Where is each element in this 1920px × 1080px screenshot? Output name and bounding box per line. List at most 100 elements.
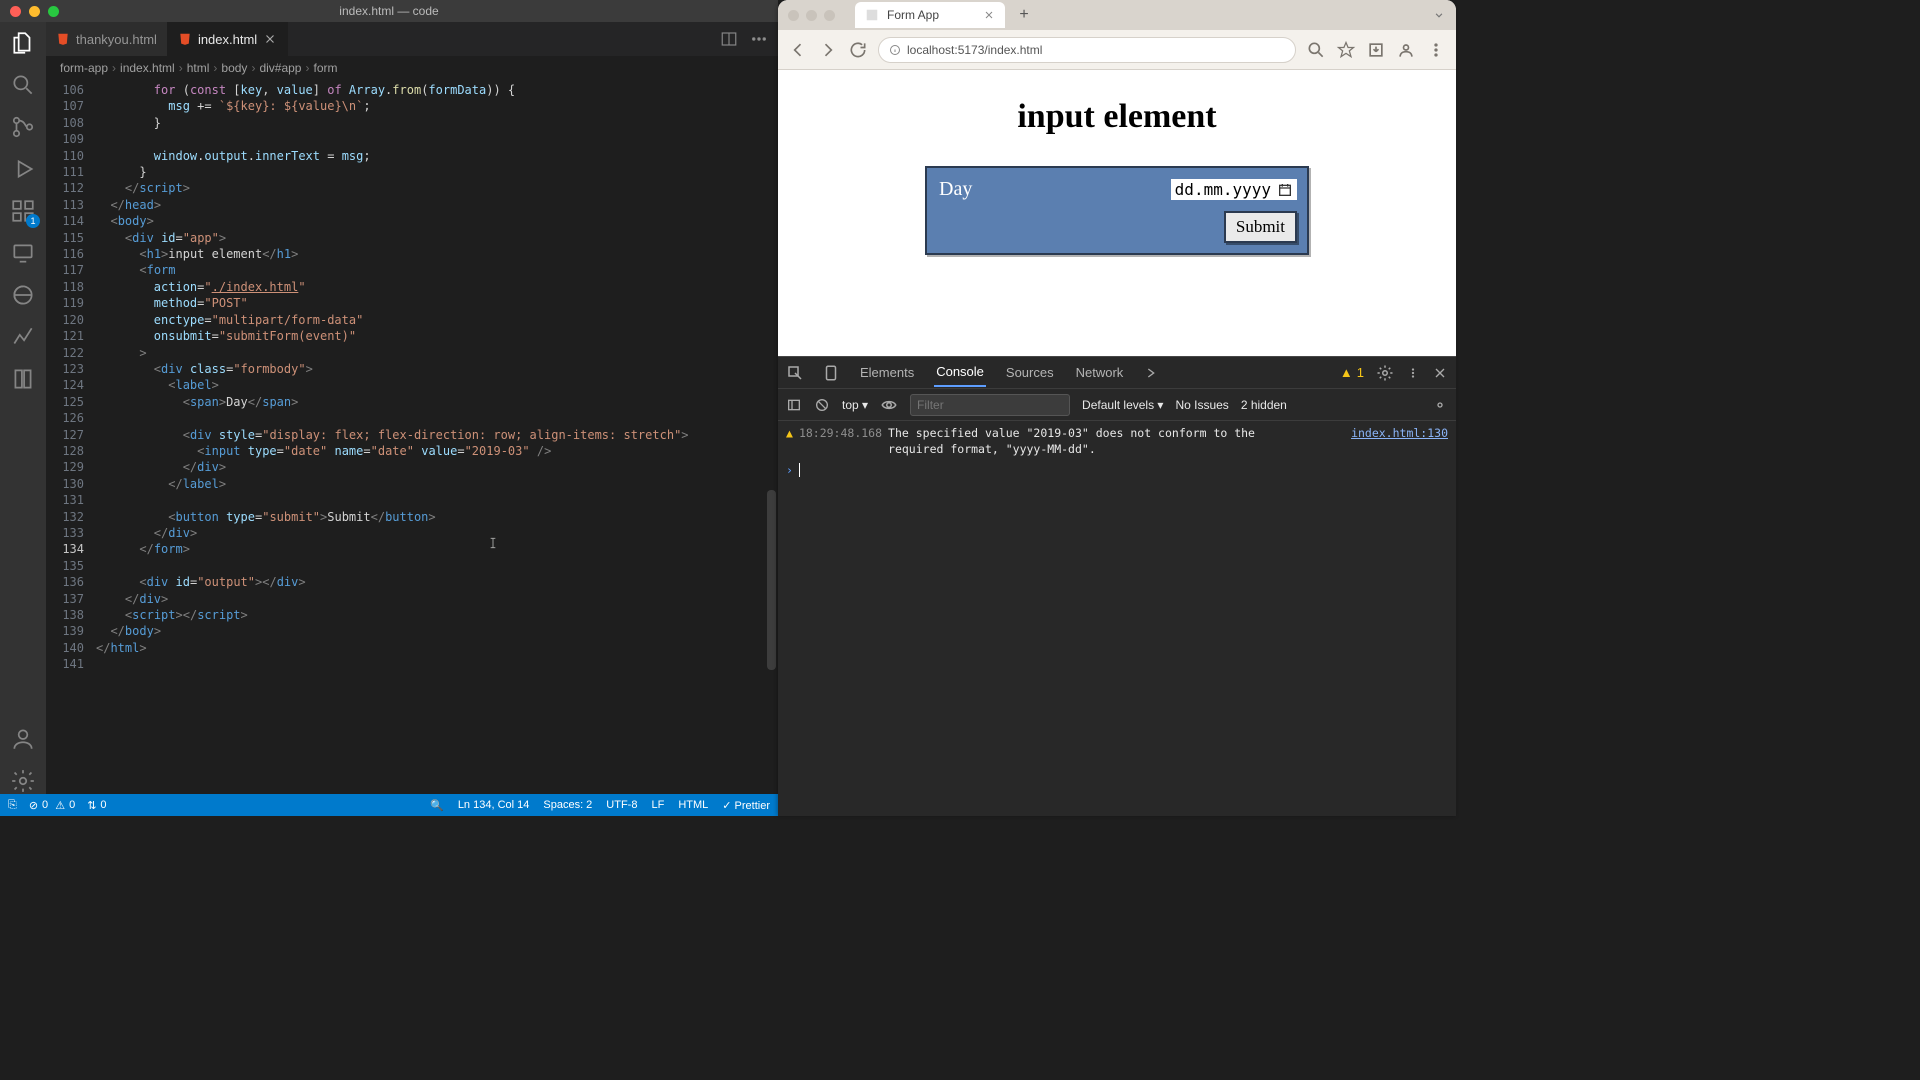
files-icon bbox=[10, 30, 36, 56]
close-icon[interactable] bbox=[263, 32, 277, 46]
date-input[interactable]: dd.mm.yyyy bbox=[1171, 179, 1297, 200]
tab-network[interactable]: Network bbox=[1074, 359, 1126, 386]
download-icon[interactable] bbox=[1366, 40, 1386, 60]
console-prompt[interactable]: › bbox=[786, 463, 1448, 477]
devtools-tabs: Elements Console Sources Network ▲ 1 bbox=[778, 357, 1456, 389]
scm-activity[interactable] bbox=[10, 114, 36, 140]
address-bar[interactable]: localhost:5173/index.html bbox=[878, 37, 1296, 63]
log-levels-selector[interactable]: Default levels ▾ bbox=[1082, 398, 1163, 412]
more-tabs-icon[interactable] bbox=[1143, 365, 1159, 381]
debug-activity[interactable] bbox=[10, 156, 36, 182]
close-icon[interactable] bbox=[1432, 365, 1448, 381]
hidden-messages[interactable]: 2 hidden bbox=[1241, 398, 1287, 412]
day-label: Day bbox=[939, 178, 972, 201]
reload-button[interactable] bbox=[848, 40, 868, 60]
bookmark-icon[interactable] bbox=[1336, 40, 1356, 60]
account-activity[interactable] bbox=[10, 726, 36, 752]
settings-activity[interactable] bbox=[10, 768, 36, 794]
html-file-icon bbox=[56, 32, 70, 46]
liveshare-activity[interactable] bbox=[10, 282, 36, 308]
explorer-activity[interactable] bbox=[10, 30, 36, 56]
issues-indicator[interactable]: No Issues bbox=[1175, 398, 1228, 412]
scrollbar-thumb[interactable] bbox=[767, 490, 776, 670]
breadcrumb-item[interactable]: div#app bbox=[259, 61, 301, 75]
maximize-window-icon[interactable] bbox=[48, 6, 59, 17]
breadcrumb-item[interactable]: body bbox=[221, 61, 247, 75]
window-controls[interactable] bbox=[0, 6, 59, 17]
maximize-window-icon[interactable] bbox=[824, 10, 835, 21]
tab-elements[interactable]: Elements bbox=[858, 359, 916, 386]
eol-indicator[interactable]: LF bbox=[651, 799, 664, 812]
expand-tabs-icon[interactable] bbox=[1432, 8, 1456, 22]
console-log-row: ▲ 18:29:48.168 The specified value "2019… bbox=[786, 425, 1448, 457]
extensions-activity[interactable]: 1 bbox=[10, 198, 36, 224]
indent-indicator[interactable]: Spaces: 2 bbox=[543, 799, 592, 812]
site-info-icon[interactable] bbox=[889, 44, 901, 56]
log-source-link[interactable]: index.html:130 bbox=[1351, 425, 1448, 441]
more-icon[interactable] bbox=[1406, 366, 1420, 380]
tab-sources[interactable]: Sources bbox=[1004, 359, 1056, 386]
breadcrumb-item[interactable]: index.html bbox=[120, 61, 175, 75]
browser-tabbar: Form App + bbox=[778, 0, 1456, 30]
ports-indicator[interactable]: ⇅ 0 bbox=[87, 799, 106, 812]
inspect-icon[interactable] bbox=[786, 364, 804, 382]
form-container: Day dd.mm.yyyy Submit bbox=[925, 166, 1309, 255]
split-editor-icon[interactable] bbox=[720, 30, 738, 48]
prettier-indicator[interactable]: ✓ Prettier bbox=[722, 799, 770, 812]
minimize-window-icon[interactable] bbox=[806, 10, 817, 21]
breadcrumb-item[interactable]: form-app bbox=[60, 61, 108, 75]
browser-tab-title: Form App bbox=[887, 8, 939, 22]
remote-indicator[interactable]: ⎘ bbox=[8, 799, 17, 812]
book-activity[interactable] bbox=[10, 366, 36, 392]
browser-tab[interactable]: Form App bbox=[855, 2, 1005, 28]
zoom-icon[interactable] bbox=[1306, 40, 1326, 60]
log-message: The specified value "2019-03" does not c… bbox=[888, 425, 1448, 457]
submit-button[interactable]: Submit bbox=[1224, 211, 1297, 243]
back-button[interactable] bbox=[788, 40, 808, 60]
live-expression-icon[interactable] bbox=[880, 396, 898, 414]
html-file-icon bbox=[178, 32, 192, 46]
tab-console[interactable]: Console bbox=[934, 358, 986, 387]
tab-thankyou[interactable]: thankyou.html bbox=[46, 22, 168, 56]
clear-console-icon[interactable] bbox=[814, 397, 830, 413]
breadcrumbs[interactable]: form-app› index.html› html› body› div#ap… bbox=[46, 56, 778, 80]
log-timestamp: 18:29:48.168 bbox=[799, 425, 882, 441]
magnify-icon[interactable]: 🔍 bbox=[430, 799, 444, 812]
devtools: Elements Console Sources Network ▲ 1 top… bbox=[778, 356, 1456, 816]
console-toolbar: top ▾ Default levels ▾ No Issues 2 hidde… bbox=[778, 389, 1456, 421]
code-editor[interactable]: 1061071081091101111121131141151161171181… bbox=[46, 80, 778, 794]
console-output[interactable]: ▲ 18:29:48.168 The specified value "2019… bbox=[778, 421, 1456, 816]
menu-icon[interactable] bbox=[1426, 40, 1446, 60]
sidebar-toggle-icon[interactable] bbox=[786, 397, 802, 413]
close-window-icon[interactable] bbox=[788, 10, 799, 21]
language-indicator[interactable]: HTML bbox=[678, 799, 708, 812]
graph-activity[interactable] bbox=[10, 324, 36, 350]
chevron-right-icon: › bbox=[786, 463, 793, 477]
profile-icon[interactable] bbox=[1396, 40, 1416, 60]
window-title: index.html — code bbox=[339, 4, 438, 18]
console-filter-input[interactable] bbox=[910, 394, 1070, 416]
forward-button[interactable] bbox=[818, 40, 838, 60]
breadcrumb-item[interactable]: form bbox=[313, 61, 337, 75]
line-gutter: 1061071081091101111121131141151161171181… bbox=[46, 80, 96, 794]
more-icon[interactable] bbox=[750, 30, 768, 48]
context-selector[interactable]: top ▾ bbox=[842, 398, 868, 412]
device-icon[interactable] bbox=[822, 364, 840, 382]
breadcrumb-item[interactable]: html bbox=[187, 61, 210, 75]
cursor-position[interactable]: Ln 134, Col 14 bbox=[458, 799, 530, 812]
code-content[interactable]: for (const [key, value] of Array.from(fo… bbox=[96, 80, 778, 794]
tab-index[interactable]: index.html bbox=[168, 22, 288, 56]
console-settings-icon[interactable] bbox=[1432, 397, 1448, 413]
remote-activity[interactable] bbox=[10, 240, 36, 266]
search-activity[interactable] bbox=[10, 72, 36, 98]
close-icon[interactable] bbox=[983, 9, 995, 21]
minimize-window-icon[interactable] bbox=[29, 6, 40, 17]
new-tab-button[interactable]: + bbox=[1013, 4, 1035, 26]
errors-indicator[interactable]: ⊘ 0 ⚠ 0 bbox=[29, 799, 75, 812]
gear-icon[interactable] bbox=[1376, 364, 1394, 382]
encoding-indicator[interactable]: UTF-8 bbox=[606, 799, 637, 812]
calendar-icon[interactable] bbox=[1277, 182, 1293, 198]
browser-window-controls[interactable] bbox=[788, 10, 835, 21]
close-window-icon[interactable] bbox=[10, 6, 21, 17]
warnings-badge[interactable]: ▲ 1 bbox=[1340, 365, 1364, 380]
